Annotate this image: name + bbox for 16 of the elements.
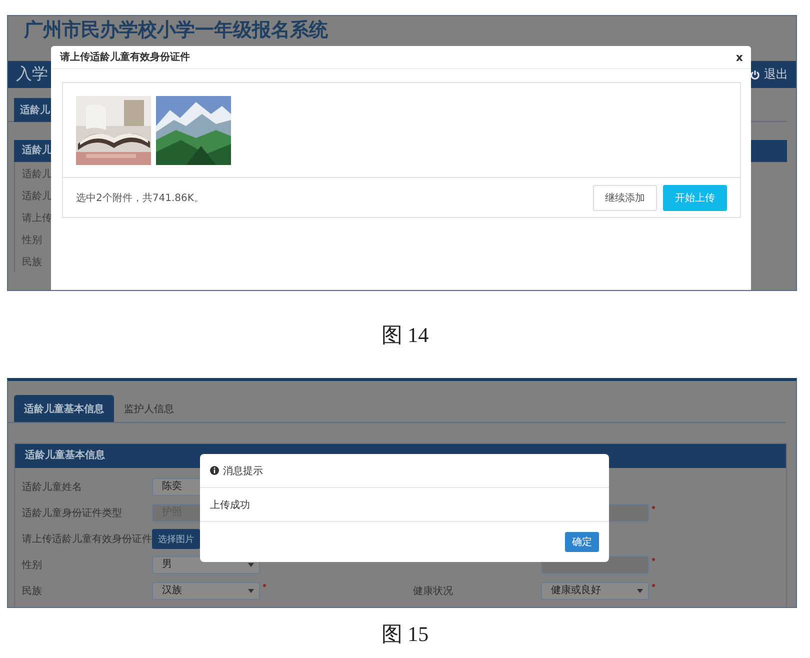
field-label: 健康状况 xyxy=(413,584,454,598)
nav-label: 入学 xyxy=(16,64,48,85)
field-label: 适龄儿童身份证件类型 xyxy=(21,506,123,520)
figure-caption: 图 14 xyxy=(380,322,430,348)
field-label: 适龄儿童姓名 xyxy=(21,480,83,494)
field-label: 请上传 xyxy=(22,212,52,226)
field-label: 性别 xyxy=(22,234,42,248)
field-label: 民族 xyxy=(21,584,43,598)
dialog-title: 请上传适龄儿童有效身份证件 xyxy=(60,50,190,64)
field-label: 民族 xyxy=(22,256,42,270)
field-label: 性别 xyxy=(20,558,43,572)
field-label: 请上传适龄儿童有效身份证件 xyxy=(21,532,152,546)
figure-caption: 图 15 xyxy=(380,621,430,648)
site-title: 广州市民办学校小学一年级报名系统 xyxy=(24,18,328,43)
dialog-message: 上传成功 xyxy=(210,498,250,512)
status-text: 选中2个附件，共741.86K。 xyxy=(76,192,204,204)
